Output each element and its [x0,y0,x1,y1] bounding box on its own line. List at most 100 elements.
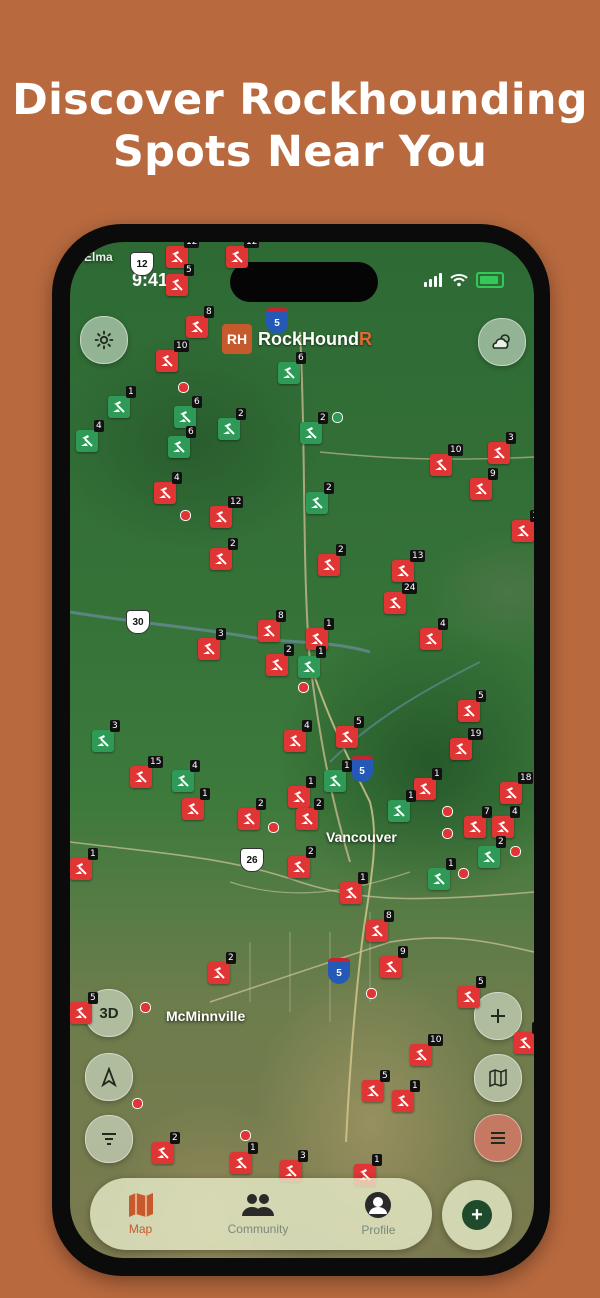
rock-site-marker[interactable]: 1 [392,1080,420,1112]
list-button[interactable] [474,1114,522,1162]
rock-site-marker[interactable]: 4 [154,472,182,504]
map-layers-button[interactable] [474,1054,522,1102]
rock-site-marker[interactable]: 2 [210,538,238,570]
rock-site-marker[interactable]: 9 [470,468,498,500]
locate-button[interactable] [85,1053,133,1101]
add-spot-button[interactable]: + [442,1180,512,1250]
site-dot[interactable] [366,988,377,999]
rock-site-marker[interactable]: 6 [278,352,306,384]
rock-site-marker[interactable]: 1 [70,848,98,880]
weather-icon [492,334,510,349]
rock-site-marker[interactable]: 8 [366,910,394,942]
rock-site-marker[interactable]: 12 [210,496,244,528]
rock-site-marker[interactable]: 18 [500,772,534,804]
rock-site-marker[interactable]: 4 [76,420,104,452]
rock-site-marker[interactable]: 10 [430,444,464,476]
rock-hammer-icon [173,441,185,453]
rock-site-marker[interactable]: 1 [340,872,368,904]
rock-site-marker[interactable]: 19 [450,728,484,760]
rock-site-marker[interactable]: 7 [464,806,492,838]
rock-site-marker[interactable]: 2 [478,836,506,868]
rock-site-marker[interactable]: 12 [226,242,260,268]
rock-site-marker[interactable]: 2 [218,408,246,440]
marker-count-badge: 4 [510,806,520,818]
site-dot[interactable] [298,682,309,693]
rock-site-marker[interactable]: 10 [156,340,190,372]
site-dot[interactable] [132,1098,143,1109]
site-dot[interactable] [458,868,469,879]
rock-site-marker[interactable]: 9 [514,1022,534,1054]
rock-site-marker[interactable]: 1 [288,776,316,808]
rock-site-marker[interactable]: 2 [266,644,294,676]
rock-site-marker[interactable]: 5 [458,690,486,722]
map-tab-icon [128,1193,153,1217]
site-dot[interactable] [442,828,453,839]
rock-site-marker[interactable]: 4 [492,806,520,838]
rock-site-marker[interactable]: 1 [298,646,326,678]
rock-site-marker[interactable]: 1 [414,768,442,800]
marker-count-badge: 12 [530,510,534,522]
rock-site-marker[interactable]: 8 [258,610,286,642]
rock-site-marker[interactable]: 2 [306,482,334,514]
rock-site-marker[interactable]: 2 [296,798,324,830]
settings-button[interactable] [80,316,128,364]
rock-site-marker[interactable]: 3 [488,432,516,464]
rock-site-marker[interactable]: 2 [300,412,328,444]
rock-site-marker[interactable]: 10 [410,1034,444,1066]
marker-count-badge: 1 [342,760,352,772]
rock-site-marker[interactable]: 8 [186,306,214,338]
marker-count-badge: 1 [372,1154,382,1166]
site-dot[interactable] [332,412,343,423]
site-dot[interactable] [178,382,189,393]
marker-count-badge: 10 [428,1034,444,1046]
rock-site-marker[interactable]: 5 [70,992,98,1024]
location-arrow-icon [101,1067,117,1087]
rock-site-marker[interactable]: 6 [174,396,202,428]
rock-site-marker[interactable]: 5 [362,1070,390,1102]
site-dot[interactable] [442,806,453,817]
tab-map-label: Map [128,1222,153,1236]
rock-site-marker[interactable]: 2 [152,1132,180,1164]
tab-map[interactable]: Map [127,1192,155,1236]
marker-count-badge: 9 [488,468,498,480]
map-screen[interactable]: 9:41 RH RockHoundR 3D Vancouver McMinnvi… [70,242,534,1258]
rock-site-marker[interactable]: 3 [92,720,120,752]
site-dot[interactable] [180,510,191,521]
rock-site-marker[interactable]: 1 [428,858,456,890]
rock-site-marker[interactable]: 15 [130,756,164,788]
rock-site-marker[interactable]: 4 [172,760,200,792]
weather-button[interactable] [478,318,526,366]
rock-site-marker[interactable]: 2 [238,798,266,830]
rock-site-marker[interactable]: 5 [458,976,486,1008]
rock-site-marker[interactable]: 1 [324,760,352,792]
rock-site-marker[interactable]: 1 [108,386,136,418]
rock-site-marker[interactable]: 1 [230,1142,258,1174]
rock-hammer-icon [435,459,447,471]
rock-site-marker[interactable]: 2 [318,544,346,576]
rock-site-marker[interactable]: 13 [392,550,426,582]
rock-hammer-icon [159,487,171,499]
rock-site-marker[interactable]: 4 [284,720,312,752]
rock-site-marker[interactable]: 3 [198,628,226,660]
rock-site-marker[interactable]: 5 [336,716,364,748]
site-dot[interactable] [240,1130,251,1141]
tab-community[interactable]: Community [228,1192,288,1236]
site-dot[interactable] [510,846,521,857]
rock-site-marker[interactable]: 24 [384,582,418,614]
rock-site-marker[interactable]: 5 [166,264,194,296]
rock-site-marker[interactable]: 9 [380,946,408,978]
marker-count-badge: 4 [190,760,200,772]
rock-site-marker[interactable]: 1 [182,788,210,820]
marker-count-badge: 2 [256,798,266,810]
site-dot[interactable] [268,822,279,833]
tab-profile[interactable]: Profile [361,1191,395,1237]
site-dot[interactable] [140,1002,151,1013]
rock-site-marker[interactable]: 2 [288,846,316,878]
rock-site-marker[interactable]: 4 [420,618,448,650]
rock-site-marker[interactable]: 2 [208,952,236,984]
rock-site-marker[interactable]: 12 [512,510,534,542]
rock-site-marker[interactable]: 1 [388,790,416,822]
rock-hammer-icon [385,961,397,973]
rock-site-marker[interactable]: 6 [168,426,196,458]
filter-button[interactable] [85,1115,133,1163]
